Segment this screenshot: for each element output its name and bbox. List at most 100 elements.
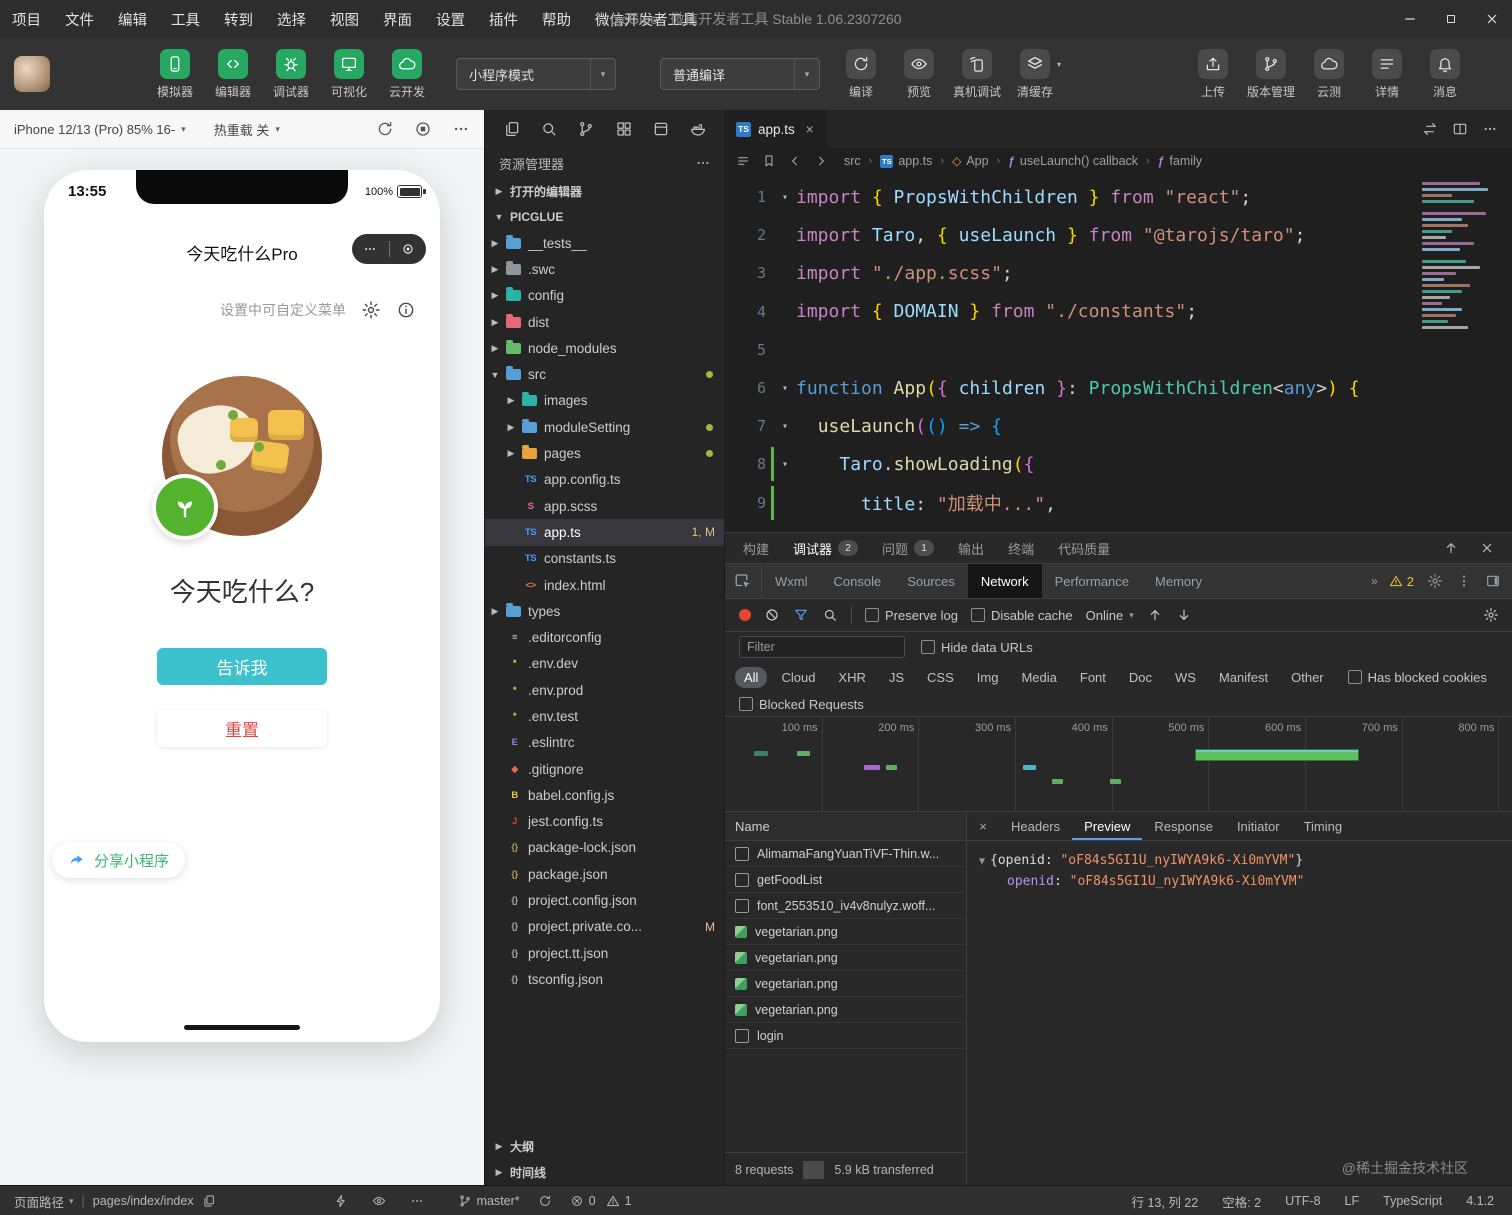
dock-side-icon[interactable] (1485, 573, 1501, 589)
throttling-dropdown[interactable]: Online ▾ (1086, 608, 1134, 623)
breadcrumb-src[interactable]: src (844, 154, 861, 168)
filter-pill-All[interactable]: All (735, 666, 768, 688)
more-icon[interactable] (452, 120, 470, 138)
open-editors-section[interactable]: ▶ 打开的编辑器 (485, 178, 725, 204)
filter-pill-WS[interactable]: WS (1166, 667, 1205, 688)
tab-app-ts[interactable]: TS app.ts × (724, 110, 827, 148)
devtools-tab-Memory[interactable]: Memory (1142, 564, 1215, 598)
compile-mode-dropdown[interactable]: 普通编译 ▾ (660, 58, 820, 90)
search-icon[interactable] (540, 120, 558, 138)
expand-toggle-icon[interactable]: ▼ (979, 856, 985, 867)
import-har-icon[interactable] (1147, 607, 1163, 623)
tree-item-.eslintrc[interactable]: E .eslintrc (485, 730, 725, 756)
tree-item-app.scss[interactable]: Sapp.scss (485, 493, 725, 519)
filter-pill-JS[interactable]: JS (880, 667, 913, 688)
devtools-tab-Wxml[interactable]: Wxml (762, 564, 821, 598)
filter-pill-XHR[interactable]: XHR (829, 667, 874, 688)
menu-item-项目[interactable]: 项目 (0, 0, 53, 38)
tree-item-babel.config.js[interactable]: Bbabel.config.js (485, 782, 725, 808)
code-line-9[interactable]: 9 title: "加载中...", (724, 484, 1512, 522)
git-branch[interactable]: master* (458, 1194, 520, 1208)
tree-item-package.json[interactable]: {} package.json (485, 861, 725, 887)
menu-item-选择[interactable]: 选择 (265, 0, 318, 38)
toolbar-button-调试器[interactable]: 调试器 (262, 48, 320, 100)
more-tabs-icon[interactable]: » (1371, 574, 1378, 588)
warning-count[interactable]: 1 (606, 1194, 632, 1208)
branch-icon[interactable] (577, 120, 595, 138)
tree-item-.env.dev[interactable]: * .env.dev (485, 651, 725, 677)
collapse-panel-icon[interactable] (1443, 540, 1459, 556)
more-icon[interactable] (410, 1194, 424, 1208)
tree-item-package-lock.json[interactable]: {} package-lock.json (485, 835, 725, 861)
request-row-vegetarian.png[interactable]: vegetarian.png (725, 971, 966, 997)
tree-item-.swc[interactable]: ▶ .swc (485, 256, 725, 282)
page-path-selector[interactable]: 页面路径 ▾ (14, 1192, 74, 1211)
blocked-requests-checkbox[interactable]: Blocked Requests (739, 697, 864, 712)
docker-icon[interactable] (689, 120, 707, 138)
filter-icon[interactable] (793, 607, 809, 623)
language-version[interactable]: 4.1.2 (1466, 1194, 1494, 1208)
info-icon[interactable] (396, 300, 416, 320)
toolbar-button-版本管理[interactable]: 版本管理 (1242, 48, 1300, 100)
disable-cache-checkbox[interactable]: Disable cache (970, 608, 1073, 623)
devtools-tab-Console[interactable]: Console (821, 564, 895, 598)
detail-tab-Headers[interactable]: Headers (999, 812, 1072, 840)
detail-tab-Initiator[interactable]: Initiator (1225, 812, 1292, 840)
record-icon[interactable] (739, 609, 751, 621)
user-avatar[interactable] (14, 56, 50, 92)
tree-item-dist[interactable]: ▶ dist (485, 309, 725, 335)
request-row-font_2553510_iv4v8nulyz.woff...[interactable]: font_2553510_iv4v8nulyz.woff... (725, 893, 966, 919)
close-panel-icon[interactable] (1479, 540, 1495, 556)
minimize-icon[interactable] (1402, 11, 1418, 27)
toolbar-button-云测[interactable]: 云测 (1300, 48, 1358, 100)
tree-item-jest.config.ts[interactable]: Jjest.config.ts (485, 809, 725, 835)
boxes-icon[interactable] (615, 120, 633, 138)
code-line-2[interactable]: 2 import Taro, { useLaunch } from "@taroj… (724, 216, 1512, 254)
warning-count[interactable]: 2 (1389, 574, 1414, 589)
menu-item-文件[interactable]: 文件 (53, 0, 106, 38)
breadcrumb-App[interactable]: ◇ App (952, 154, 988, 168)
toolbar-button-真机调试[interactable]: 真机调试 (948, 48, 1006, 100)
toolbar-button-清缓存[interactable]: ▾ 清缓存 (1006, 48, 1064, 100)
toolbar-button-预览[interactable]: 预览 (890, 48, 948, 100)
more-icon[interactable] (1482, 121, 1498, 137)
hide-data-urls-checkbox[interactable]: Hide data URLs (921, 640, 1033, 655)
panel-tab-终端[interactable]: 终端 (1008, 539, 1034, 558)
tree-item-tsconfig.json[interactable]: {} tsconfig.json (485, 966, 725, 992)
tree-item-.env.prod[interactable]: * .env.prod (485, 677, 725, 703)
hot-reload-toggle[interactable]: 热重载 关 ▾ (214, 120, 280, 139)
preserve-log-checkbox[interactable]: Preserve log (865, 608, 958, 623)
menu-item-设置[interactable]: 设置 (424, 0, 477, 38)
toolbar-button-上传[interactable]: 上传 (1184, 48, 1242, 100)
filter-pill-CSS[interactable]: CSS (918, 667, 963, 688)
indentation[interactable]: 空格: 2 (1222, 1192, 1261, 1211)
cursor-position[interactable]: 行 13, 列 22 (1132, 1192, 1199, 1211)
code-line-3[interactable]: 3 import "./app.scss"; (724, 254, 1512, 292)
close-window-icon[interactable] (1484, 11, 1500, 27)
toolbar-button-模拟器[interactable]: 模拟器 (146, 48, 204, 100)
gear-icon[interactable] (361, 300, 381, 320)
tree-item-node_modules[interactable]: ▶ node_modules (485, 335, 725, 361)
breadcrumb-app.ts[interactable]: TS app.ts (880, 154, 932, 168)
network-settings-icon[interactable] (1483, 607, 1499, 623)
close-detail-icon[interactable]: × (967, 819, 999, 834)
target-icon[interactable] (390, 242, 427, 256)
error-count[interactable]: 0 (570, 1194, 596, 1208)
has-blocked-cookies-checkbox[interactable]: Has blocked cookies (1347, 670, 1487, 685)
toolbar-button-可视化[interactable]: 可视化 (320, 48, 378, 100)
tree-item-pages[interactable]: ▶ pages (485, 440, 725, 466)
filter-pill-Font[interactable]: Font (1071, 667, 1115, 688)
tree-item-app.config.ts[interactable]: TS app.config.ts (485, 467, 725, 493)
tree-item-project.config.json[interactable]: {} project.config.json (485, 887, 725, 913)
swap-editor-icon[interactable] (1422, 121, 1438, 137)
device-selector[interactable]: iPhone 12/13 (Pro) 85% 16- ▾ (14, 122, 186, 137)
search-icon[interactable] (822, 607, 838, 623)
bookmark-icon[interactable] (762, 154, 776, 168)
tree-item-app.ts[interactable]: TS app.ts 1, M (485, 519, 725, 546)
filter-pill-Other[interactable]: Other (1282, 667, 1333, 688)
tree-item-constants.ts[interactable]: TS constants.ts (485, 546, 725, 572)
breadcrumb-family[interactable]: ƒ family (1158, 154, 1202, 168)
project-section[interactable]: ▼ PICGLUE (485, 204, 725, 230)
menu-item-视图[interactable]: 视图 (318, 0, 371, 38)
fold-icon[interactable]: ▾ (774, 459, 796, 470)
